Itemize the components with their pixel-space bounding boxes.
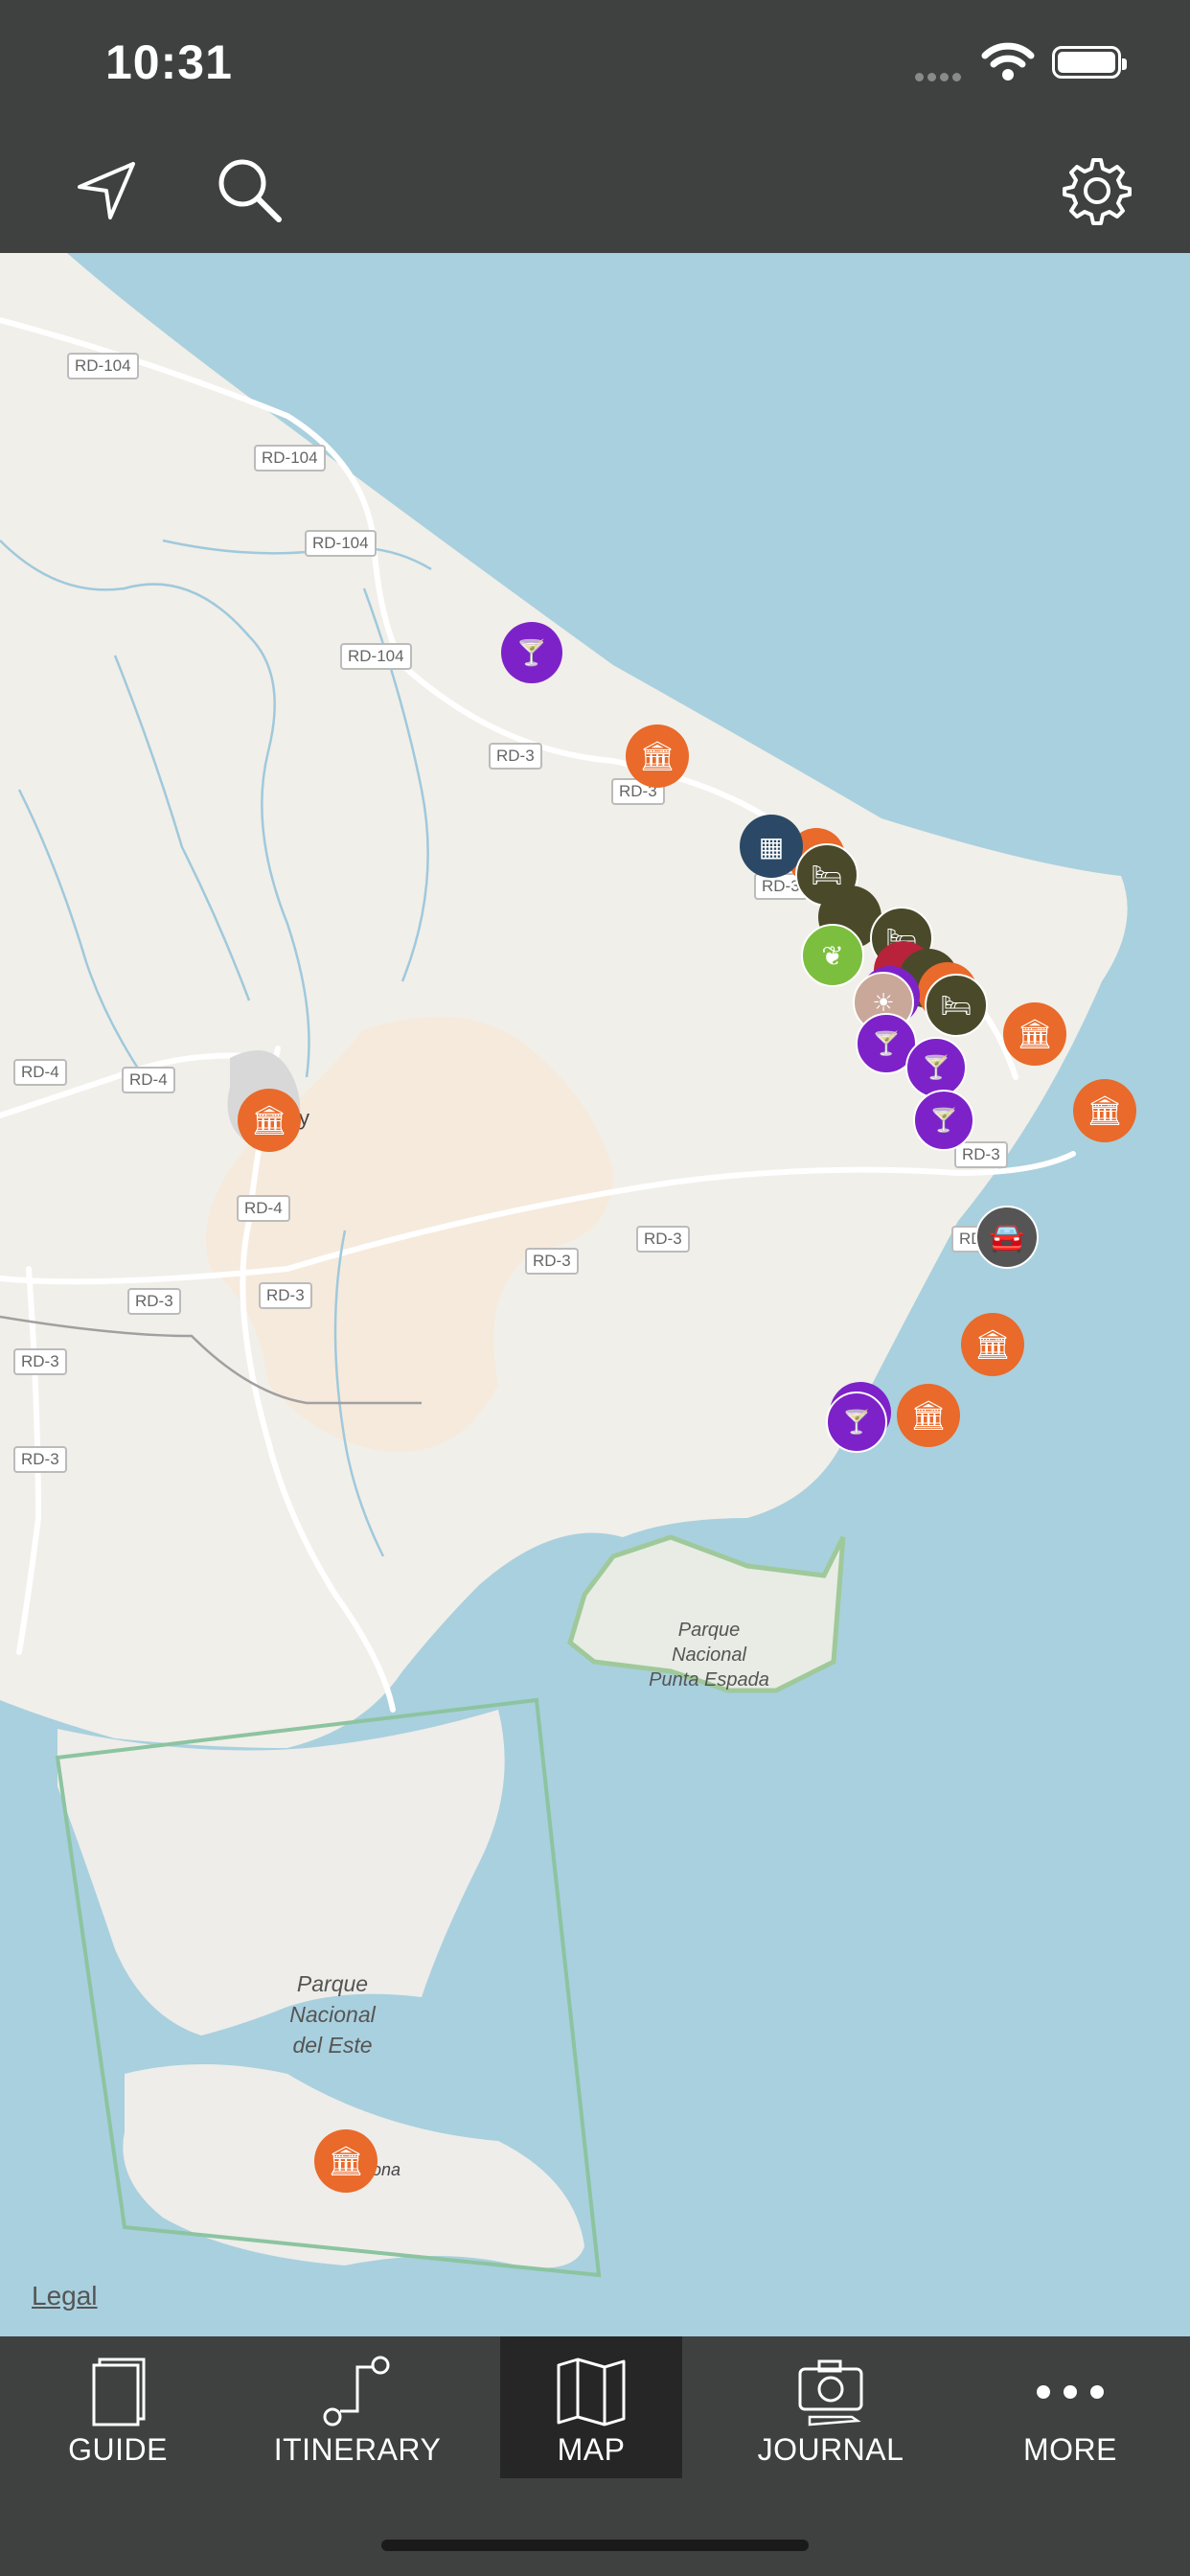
road-label: RD-3 xyxy=(259,1282,312,1309)
tab-bar: GUIDE ITINERARY MAP JOURNAL MORE xyxy=(0,2336,1190,2576)
museum-marker[interactable]: 🏛 xyxy=(961,1313,1024,1376)
legal-link[interactable]: Legal xyxy=(32,2281,98,2312)
road-label: RD-3 xyxy=(127,1288,181,1315)
museum-marker[interactable]: 🏛 xyxy=(626,724,689,788)
museum-marker[interactable]: 🏛 xyxy=(897,1384,960,1447)
tab-label: MORE xyxy=(1023,2432,1117,2467)
nightlife-marker[interactable]: 🍸 xyxy=(501,622,562,683)
tab-more[interactable]: MORE xyxy=(979,2336,1161,2478)
wifi-icon xyxy=(981,42,1035,85)
park-label-punta-espada: Parque Nacional Punta Espada xyxy=(649,1620,769,1690)
road-label: RD-104 xyxy=(67,353,139,380)
tab-label: MAP xyxy=(557,2432,626,2467)
road-label: RD-4 xyxy=(122,1067,175,1093)
gear-icon[interactable] xyxy=(1054,148,1140,234)
nature-marker[interactable]: ❦ xyxy=(801,924,864,987)
tab-journal[interactable]: JOURNAL xyxy=(740,2336,922,2478)
road-label: RD-104 xyxy=(254,445,326,472)
map-icon xyxy=(500,2354,682,2430)
tab-map[interactable]: MAP xyxy=(500,2336,682,2478)
museum-marker[interactable]: 🏛 xyxy=(1003,1002,1066,1066)
search-icon[interactable] xyxy=(207,148,293,234)
tab-guide[interactable]: GUIDE xyxy=(27,2336,209,2478)
museum-marker[interactable]: 🏛 xyxy=(238,1089,301,1152)
more-dots-icon xyxy=(979,2354,1161,2430)
calendar-marker[interactable]: ▦ xyxy=(740,815,803,878)
book-icon xyxy=(27,2354,209,2430)
road-label: RD-4 xyxy=(13,1059,67,1086)
road-label: RD-3 xyxy=(13,1348,67,1375)
road-label: RD-3 xyxy=(13,1446,67,1473)
status-bar: 10:31 xyxy=(0,0,1190,134)
tab-label: GUIDE xyxy=(68,2432,168,2467)
cellular-signal-icon xyxy=(915,69,965,86)
car-marker[interactable]: 🚘 xyxy=(975,1206,1039,1269)
museum-marker[interactable]: 🏛 xyxy=(1073,1079,1136,1142)
museum-marker[interactable]: 🏛 xyxy=(314,2129,378,2193)
tab-label: JOURNAL xyxy=(757,2432,904,2467)
status-time: 10:31 xyxy=(105,35,233,89)
road-label: RD-104 xyxy=(305,530,377,557)
tab-label: ITINERARY xyxy=(273,2432,442,2467)
park-label-del-este: Parque Nacional del Este xyxy=(289,1971,376,2058)
road-label: RD-104 xyxy=(340,643,412,670)
tab-itinerary[interactable]: ITINERARY xyxy=(266,2336,448,2478)
route-icon xyxy=(266,2354,448,2430)
camera-icon xyxy=(740,2354,922,2430)
road-label: RD-3 xyxy=(489,743,542,770)
nightlife-marker[interactable]: 🍸 xyxy=(905,1037,967,1098)
road-label: RD-4 xyxy=(237,1195,290,1222)
top-toolbar xyxy=(0,134,1190,253)
hotel-marker[interactable]: 🛏 xyxy=(925,974,988,1037)
battery-icon xyxy=(1052,46,1127,79)
map-view[interactable]: RD-104 RD-104 RD-104 RD-104 RD-3 RD-3 RD… xyxy=(0,253,1190,2336)
road-label: RD-3 xyxy=(525,1248,579,1275)
home-indicator[interactable] xyxy=(381,2540,809,2551)
nightlife-marker[interactable]: 🍸 xyxy=(913,1090,974,1151)
road-label: RD-3 xyxy=(954,1141,1008,1168)
nightlife-marker[interactable]: 🍸 xyxy=(826,1392,887,1453)
road-label: RD-3 xyxy=(636,1226,690,1253)
location-arrow-icon[interactable] xyxy=(63,148,149,234)
